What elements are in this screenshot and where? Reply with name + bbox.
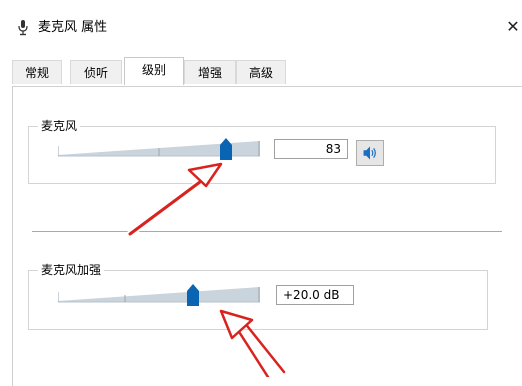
microphone-label: 麦克风 [38, 119, 81, 133]
tab-levels[interactable]: 级别 [124, 57, 184, 85]
boost-label: 麦克风加强 [38, 263, 105, 277]
tab-advanced[interactable]: 高级 [236, 60, 286, 84]
microphone-icon [18, 20, 28, 36]
boost-slider-track [58, 287, 260, 303]
tab-strip: 常规 侦听 级别 增强 高级 [12, 57, 522, 86]
boost-slider-thumb[interactable] [187, 284, 200, 306]
microphone-value[interactable]: 83 [274, 139, 348, 159]
boost-value[interactable]: +20.0 dB [276, 285, 354, 305]
mute-button[interactable] [356, 140, 384, 166]
boost-slider[interactable] [58, 284, 260, 306]
section-divider [32, 231, 502, 232]
tab-general[interactable]: 常规 [12, 60, 62, 84]
microphone-slider-thumb[interactable] [219, 138, 232, 160]
window-title: 麦克风 属性 [38, 20, 108, 35]
microphone-slider[interactable] [58, 138, 260, 160]
close-button[interactable]: ✕ [504, 16, 522, 38]
speaker-icon [363, 146, 376, 160]
title-bar: 麦克风 属性 ✕ [0, 0, 522, 46]
tab-enhancements[interactable]: 增强 [184, 60, 236, 84]
tab-listen[interactable]: 侦听 [70, 60, 122, 84]
